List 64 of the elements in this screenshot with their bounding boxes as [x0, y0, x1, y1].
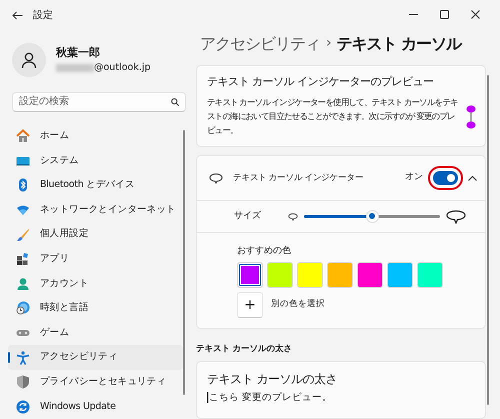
wifi-icon	[16, 202, 30, 217]
add-color-label: 別の色を選択	[271, 298, 325, 312]
user-name: 秋葉一郎	[56, 44, 101, 61]
card-title: テキスト カーソルの太さ	[207, 372, 338, 387]
nav-item[interactable]: アプリ	[8, 246, 183, 272]
search-input[interactable]: 設定の検索	[19, 94, 171, 110]
setting-label: テキスト カーソル インジケーター	[233, 172, 364, 185]
slider-label: サイズ	[234, 210, 262, 223]
blurred-text	[56, 64, 94, 72]
toggle-state-label: オン	[405, 171, 423, 184]
brush-icon	[16, 228, 30, 242]
home-icon	[16, 129, 30, 144]
color-swatch[interactable]	[237, 262, 263, 288]
nav-item[interactable]: ネットワークとインターネット	[8, 198, 183, 222]
preview-text: こちら 変更のプレビュー。	[209, 390, 332, 405]
nav-item[interactable]: 時刻と言語	[8, 296, 183, 321]
color-swatch[interactable]	[417, 262, 443, 288]
nav-item[interactable]: 個人用設定	[8, 222, 183, 247]
toggle-switch[interactable]	[433, 171, 458, 186]
window-title: 設定	[33, 8, 53, 24]
sync-icon	[16, 400, 30, 414]
nav-item[interactable]: アクセシビリティ	[8, 345, 183, 370]
scrollbar[interactable]	[487, 75, 489, 405]
card-title: テキスト カーソル インジケーターのプレビュー	[207, 75, 434, 88]
breadcrumb-link[interactable]: アクセシビリティ	[200, 32, 320, 56]
nav-item[interactable]: システム	[8, 148, 183, 174]
close-icon[interactable]	[471, 10, 480, 20]
text-cursor-icon	[207, 392, 209, 404]
bluetooth-icon	[16, 178, 30, 192]
nav-item[interactable]: ゲーム	[8, 320, 183, 346]
large-bubble-icon	[446, 210, 466, 224]
nav-item[interactable]: ホーム	[8, 124, 183, 148]
apps-icon	[16, 252, 30, 266]
search-icon	[171, 98, 179, 106]
nav-item[interactable]: アカウント	[8, 271, 183, 296]
slider-thumb[interactable]	[366, 210, 378, 223]
add-color-button[interactable]: +	[237, 292, 263, 318]
back-arrow-icon[interactable]	[12, 11, 23, 20]
scrollbar[interactable]	[183, 130, 185, 395]
small-bubble-icon	[288, 212, 298, 221]
breadcrumb-separator: ›	[326, 34, 331, 54]
color-swatch[interactable]	[267, 262, 293, 288]
nav-item[interactable]: Windows Update	[8, 394, 183, 419]
color-section-label: おすすめの色	[237, 245, 292, 258]
user-email: @outlook.jp	[94, 61, 151, 76]
chevron-up-icon[interactable]	[468, 175, 477, 182]
maximize-icon[interactable]	[440, 10, 449, 20]
accessibility-icon	[16, 350, 30, 365]
globe-clock-icon	[16, 301, 30, 316]
color-swatch[interactable]	[387, 262, 413, 288]
description-text: テキスト カーソル インジケーターを使用して、テキスト カーソルをテキストの海において目立たせることができます。次に示すのが 変更のプレビュー。	[207, 97, 459, 138]
nav-item[interactable]: Bluetooth とデバイス	[8, 173, 183, 198]
nav-item[interactable]: プライバシーとセキュリティ	[8, 370, 183, 394]
person-icon	[16, 276, 30, 291]
shield-icon	[16, 375, 30, 390]
search-field[interactable]: 設定の検索	[12, 92, 186, 112]
color-swatch[interactable]	[357, 262, 383, 288]
speech-bubble-icon	[209, 172, 223, 184]
text-cursor-indicator-drawing	[465, 105, 477, 130]
color-swatch[interactable]	[297, 262, 323, 288]
person-icon	[21, 52, 37, 68]
section-heading: テキスト カーソルの太さ	[196, 342, 293, 356]
color-swatch[interactable]	[327, 262, 353, 288]
page-title: テキスト カーソル	[336, 32, 462, 55]
